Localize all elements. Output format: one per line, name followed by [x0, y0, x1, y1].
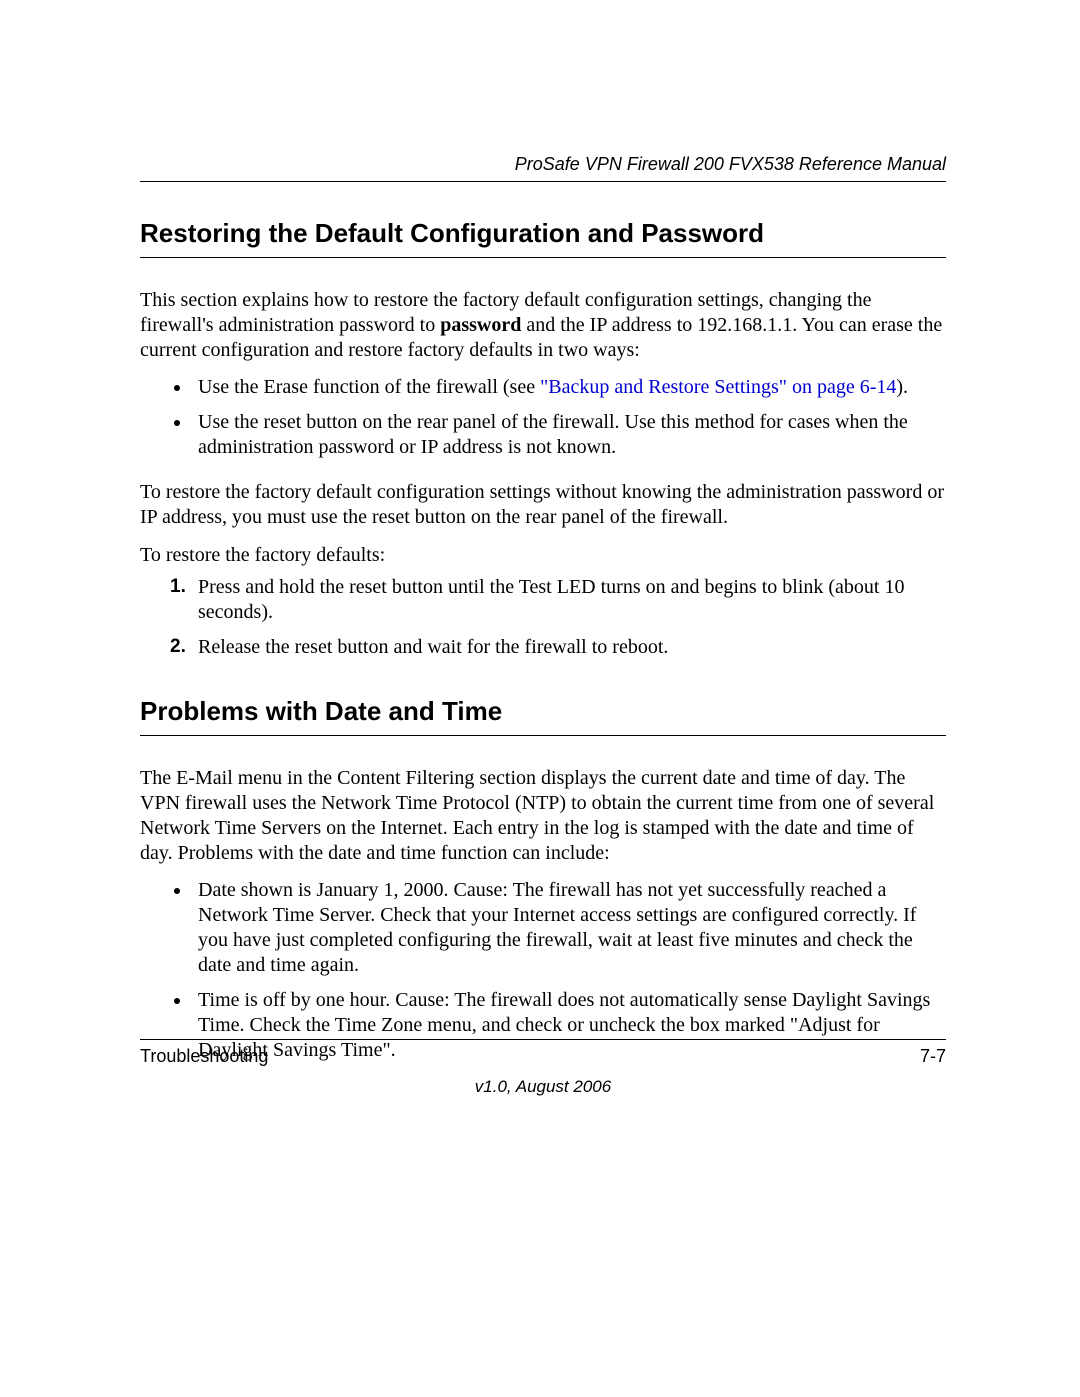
- footer-chapter: Troubleshooting: [140, 1046, 268, 1067]
- password-literal: password: [440, 314, 521, 336]
- date-time-intro: The E-Mail menu in the Content Filtering…: [140, 766, 946, 866]
- footer-page-number: 7-7: [920, 1046, 946, 1067]
- footer-version: v1.0, August 2006: [140, 1077, 946, 1097]
- list-item: Use the Erase function of the firewall (…: [192, 375, 946, 400]
- restore-note-paragraph: To restore the factory default configura…: [140, 480, 946, 530]
- intro-paragraph: This section explains how to restore the…: [140, 288, 946, 363]
- step-item: Release the reset button and wait for th…: [170, 635, 946, 660]
- restore-steps: Press and hold the reset button until th…: [140, 575, 946, 660]
- heading-date-time: Problems with Date and Time: [140, 696, 946, 736]
- heading-restoring-default: Restoring the Default Configuration and …: [140, 218, 946, 258]
- bullet-text-after-link: ).: [896, 376, 908, 398]
- restore-leadin: To restore the factory defaults:: [140, 544, 946, 567]
- page-footer: Troubleshooting 7-7 v1.0, August 2006: [140, 1039, 946, 1097]
- list-item: Use the reset button on the rear panel o…: [192, 410, 946, 460]
- ways-list: Use the Erase function of the firewall (…: [140, 375, 946, 460]
- list-item: Date shown is January 1, 2000. Cause: Th…: [192, 878, 946, 978]
- xref-backup-restore[interactable]: "Backup and Restore Settings" on page 6-…: [540, 376, 896, 398]
- date-time-problems-list: Date shown is January 1, 2000. Cause: Th…: [140, 878, 946, 1063]
- running-header: ProSafe VPN Firewall 200 FVX538 Referenc…: [140, 154, 946, 182]
- page-content: ProSafe VPN Firewall 200 FVX538 Referenc…: [140, 154, 946, 1073]
- bullet-text-before-link: Use the Erase function of the firewall (…: [198, 376, 540, 398]
- step-item: Press and hold the reset button until th…: [170, 575, 946, 625]
